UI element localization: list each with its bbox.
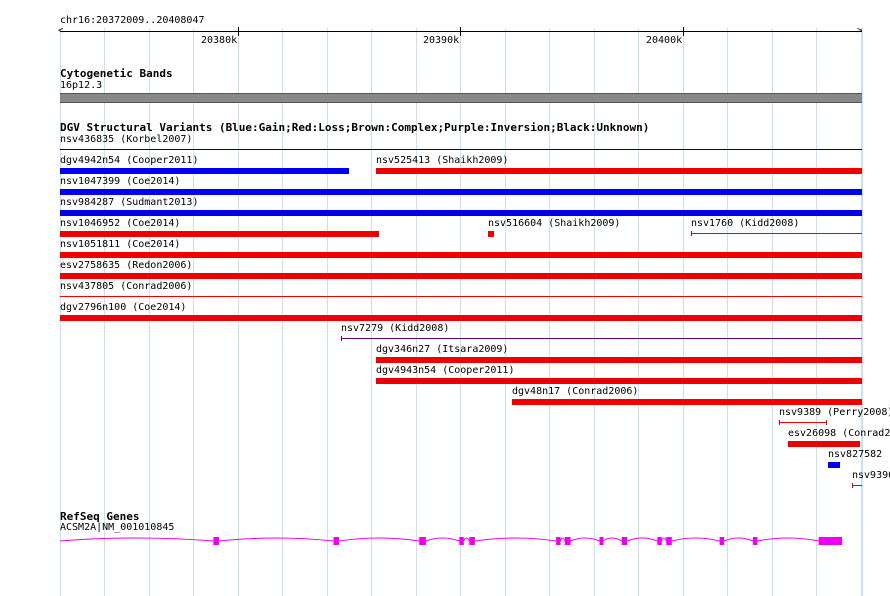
gene-exon: [459, 537, 464, 545]
variant-endcap: [852, 483, 853, 488]
ruler-axis[interactable]: [60, 31, 862, 32]
variant-bar[interactable]: [341, 338, 862, 339]
variant-bar[interactable]: [376, 357, 862, 363]
variant-label: dgv2796n100 (Coe2014): [60, 302, 187, 313]
variant-endcap: [341, 336, 342, 341]
variant-endcap: [691, 231, 692, 236]
gene-exon: [621, 537, 628, 545]
gene-exon: [419, 537, 426, 545]
variant-bar[interactable]: [488, 231, 494, 237]
ruler-tick: [238, 27, 239, 36]
variant-bar[interactable]: [60, 189, 862, 195]
grid-line: [727, 28, 728, 596]
grid-line: [594, 28, 595, 596]
variant-label: dgv4943n54 (Cooper2011): [376, 365, 515, 376]
variant-bar[interactable]: [60, 296, 862, 297]
variant-label: nsv1760 (Kidd2008): [691, 218, 800, 229]
variant-bar[interactable]: [852, 485, 862, 486]
variant-label: nsv827582 (Park: [828, 449, 890, 460]
grid-line: [327, 28, 328, 596]
variant-label: nsv1047399 (Coe2014): [60, 176, 181, 187]
variant-bar[interactable]: [60, 315, 862, 321]
variant-endcap: [826, 420, 827, 425]
gene-intron-line: [59, 537, 819, 542]
ruler-tick: [460, 27, 461, 36]
grid-line: [238, 28, 239, 596]
variant-label: dgv48n17 (Conrad2006): [512, 386, 639, 397]
gene-exon: [469, 537, 475, 545]
variant-bar[interactable]: [60, 231, 379, 237]
grid-line: [683, 28, 684, 596]
cytoband-track-title: Cytogenetic Bands: [60, 67, 173, 80]
variant-bar[interactable]: [60, 149, 862, 150]
gene-model-acsm2a[interactable]: [0, 526, 890, 556]
gene-exon: [666, 537, 672, 545]
gene-exon: [565, 537, 571, 545]
gene-exon: [599, 537, 604, 545]
grid-line: [282, 28, 283, 596]
variant-label: nsv9390 (P: [852, 470, 890, 481]
ruler-right-arrow: >: [857, 26, 863, 36]
variant-label: esv26098 (Conrad2009): [788, 428, 890, 439]
variant-bar[interactable]: [788, 441, 860, 447]
variant-bar[interactable]: [60, 168, 349, 174]
variant-label: esv2758635 (Redon2006): [60, 260, 193, 271]
variant-bar[interactable]: [691, 233, 862, 234]
grid-line: [862, 28, 863, 596]
gene-exon: [556, 537, 561, 545]
gene-exon: [719, 537, 725, 545]
ruler-left-arrow: <: [58, 26, 64, 36]
variant-bar[interactable]: [779, 422, 827, 423]
variant-label: nsv984287 (Sudmant2013): [60, 197, 199, 208]
variant-bar[interactable]: [376, 168, 862, 174]
variant-bar[interactable]: [828, 462, 840, 468]
cytoband-label: 16p12.3: [60, 80, 103, 91]
gene-exon: [657, 537, 662, 545]
variant-label: nsv437805 (Conrad2006): [60, 281, 193, 292]
grid-line: [460, 28, 461, 596]
ruler-tick-label: 20380k: [201, 35, 238, 46]
variant-label: nsv1046952 (Coe2014): [60, 218, 181, 229]
variant-label: nsv525413 (Shaikh2009): [376, 155, 509, 166]
grid-line: [505, 28, 506, 596]
variant-bar[interactable]: [376, 378, 862, 384]
variant-label: nsv436835 (Korbel2007): [60, 134, 193, 145]
variant-bar[interactable]: [512, 399, 862, 405]
variant-label: dgv346n27 (Itsara2009): [376, 344, 509, 355]
ruler-tick: [683, 27, 684, 36]
region-label: chr16:20372009..20408047: [60, 15, 205, 26]
gene-exon: [213, 537, 219, 545]
grid-line: [816, 28, 817, 596]
variant-label: dgv4942n54 (Cooper2011): [60, 155, 199, 166]
dgv-track-title: DGV Structural Variants (Blue:Gain;Red:L…: [60, 121, 650, 134]
grid-line: [371, 28, 372, 596]
genome-browser-view: chr16:20372009..20408047 20380k 20390k 204…: [0, 0, 890, 596]
variant-label: nsv9389 (Perry2008): [779, 407, 890, 418]
grid-line: [772, 28, 773, 596]
variant-label: nsv516604 (Shaikh2009): [488, 218, 621, 229]
variant-endcap: [779, 420, 780, 425]
grid-line: [549, 28, 550, 596]
gene-exon: [753, 537, 758, 545]
variant-bar[interactable]: [60, 252, 862, 258]
variant-label: nsv7279 (Kidd2008): [341, 323, 450, 334]
ruler-tick-label: 20400k: [646, 35, 683, 46]
grid-line: [193, 28, 194, 596]
grid-line: [416, 28, 417, 596]
variant-bar[interactable]: [60, 210, 862, 216]
variant-bar[interactable]: [60, 273, 862, 279]
gene-exon: [818, 537, 843, 545]
ruler-tick-label: 20390k: [423, 35, 460, 46]
grid-line: [638, 28, 639, 596]
gene-exon: [333, 537, 340, 545]
cytoband-bar[interactable]: [60, 93, 862, 103]
variant-label: nsv1051811 (Coe2014): [60, 239, 181, 250]
